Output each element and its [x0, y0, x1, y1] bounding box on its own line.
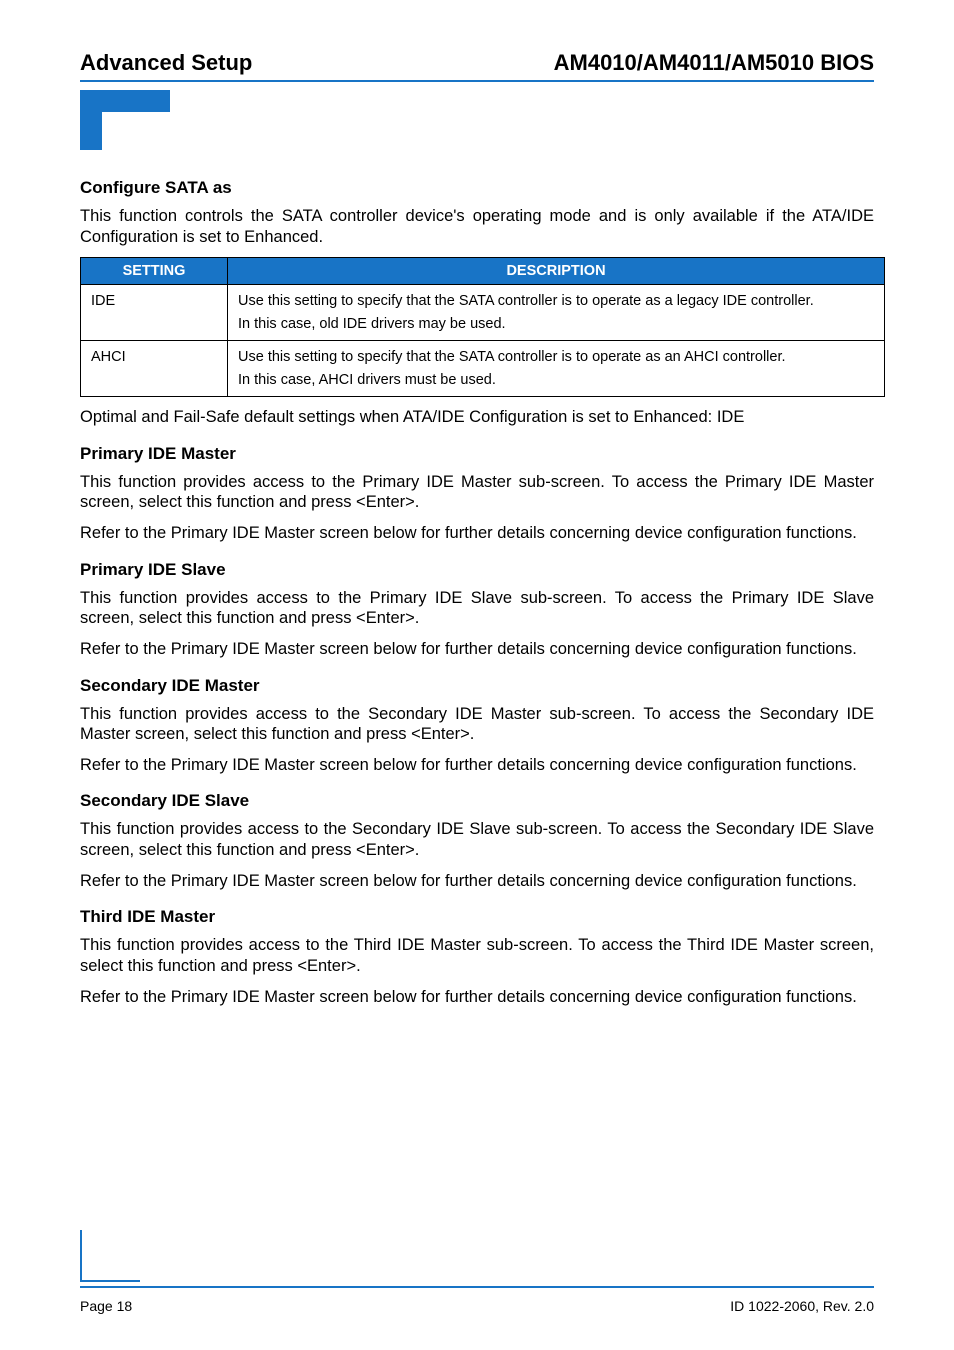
heading: Primary IDE Slave — [80, 560, 874, 580]
table-header-description: DESCRIPTION — [228, 258, 885, 285]
page-header: Advanced Setup AM4010/AM4011/AM5010 BIOS — [80, 50, 874, 76]
table-row: AHCI Use this setting to specify that th… — [81, 341, 885, 397]
section-secondary-ide-slave: Secondary IDE Slave This function provid… — [80, 791, 874, 891]
paragraph: Refer to the Primary IDE Master screen b… — [80, 871, 874, 892]
paragraph: This function provides access to the Pri… — [80, 472, 874, 513]
cell-setting: AHCI — [81, 341, 228, 397]
paragraph: Refer to the Primary IDE Master screen b… — [80, 639, 874, 660]
brand-logo — [80, 90, 874, 150]
footer-page-number: Page 18 — [80, 1298, 132, 1314]
heading: Secondary IDE Master — [80, 676, 874, 696]
desc-line: In this case, old IDE drivers may be use… — [238, 316, 506, 332]
paragraph: This function provides access to the Sec… — [80, 819, 874, 860]
paragraph: Refer to the Primary IDE Master screen b… — [80, 523, 874, 544]
table-row: IDE Use this setting to specify that the… — [81, 285, 885, 341]
footer-doc-id: ID 1022-2060, Rev. 2.0 — [730, 1298, 874, 1314]
table-header-setting: SETTING — [81, 258, 228, 285]
page: Advanced Setup AM4010/AM4011/AM5010 BIOS… — [0, 0, 954, 1350]
page-footer: Page 18 ID 1022-2060, Rev. 2.0 — [80, 1298, 874, 1314]
section-third-ide-master: Third IDE Master This function provides … — [80, 907, 874, 1007]
corner-decoration — [80, 1230, 140, 1282]
cell-setting: IDE — [81, 285, 228, 341]
desc-line: Use this setting to specify that the SAT… — [238, 349, 786, 365]
cell-description: Use this setting to specify that the SAT… — [228, 285, 885, 341]
heading-configure-sata: Configure SATA as — [80, 178, 874, 198]
desc-line: Use this setting to specify that the SAT… — [238, 293, 814, 309]
section-primary-ide-master: Primary IDE Master This function provide… — [80, 444, 874, 544]
heading: Secondary IDE Slave — [80, 791, 874, 811]
paragraph: This function provides access to the Thi… — [80, 935, 874, 976]
paragraph: Optimal and Fail-Safe default settings w… — [80, 407, 874, 428]
paragraph: Refer to the Primary IDE Master screen b… — [80, 755, 874, 776]
header-rule — [80, 80, 874, 82]
paragraph: This function controls the SATA controll… — [80, 206, 874, 247]
cell-description: Use this setting to specify that the SAT… — [228, 341, 885, 397]
section-primary-ide-slave: Primary IDE Slave This function provides… — [80, 560, 874, 660]
header-right: AM4010/AM4011/AM5010 BIOS — [554, 50, 874, 76]
heading: Third IDE Master — [80, 907, 874, 927]
paragraph: This function provides access to the Sec… — [80, 704, 874, 745]
sata-settings-table: SETTING DESCRIPTION IDE Use this setting… — [80, 257, 885, 397]
heading: Primary IDE Master — [80, 444, 874, 464]
header-left: Advanced Setup — [80, 50, 252, 76]
desc-line: In this case, AHCI drivers must be used. — [238, 372, 496, 388]
footer-rule — [80, 1286, 874, 1288]
section-configure-sata: Configure SATA as This function controls… — [80, 178, 874, 428]
paragraph: This function provides access to the Pri… — [80, 588, 874, 629]
paragraph: Refer to the Primary IDE Master screen b… — [80, 987, 874, 1008]
section-secondary-ide-master: Secondary IDE Master This function provi… — [80, 676, 874, 776]
